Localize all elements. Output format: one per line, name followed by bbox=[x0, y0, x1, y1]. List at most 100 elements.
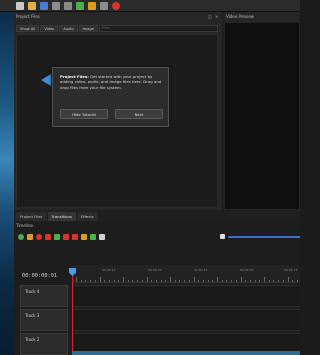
ruler-tick bbox=[90, 280, 92, 282]
playhead-line bbox=[72, 276, 73, 355]
ruler-tick bbox=[231, 280, 233, 282]
jump-start-icon[interactable] bbox=[81, 234, 87, 240]
filter-input[interactable]: Filter bbox=[98, 24, 218, 32]
ruler-tick bbox=[264, 277, 265, 282]
ruler-tick bbox=[240, 277, 242, 282]
app-root: Project Files ◫ ✕ Show All Video Audio I… bbox=[0, 0, 300, 355]
dock-tabs: Project Files Transitions Effects bbox=[14, 212, 300, 221]
video-preview-screen bbox=[225, 23, 299, 209]
next-button[interactable]: Next bbox=[115, 109, 163, 119]
ruler-tick bbox=[292, 280, 294, 282]
ruler-tick bbox=[193, 277, 195, 282]
track-label: Track 4 bbox=[25, 289, 40, 294]
ruler-tick bbox=[123, 277, 124, 282]
ruler-tick bbox=[217, 277, 218, 282]
redo-icon[interactable] bbox=[64, 1, 72, 10]
timeline-ruler[interactable]: 00:00:15 00:00:30 00:00:45 00:01:00 00:0… bbox=[72, 265, 300, 283]
ruler-tick bbox=[113, 280, 115, 282]
ruler-tick bbox=[268, 280, 270, 282]
undo-icon[interactable] bbox=[52, 1, 60, 10]
tutorial-text: Project Files: Get started with your pro… bbox=[60, 74, 164, 90]
filter-video-button[interactable]: Video bbox=[40, 24, 59, 32]
ruler-tick bbox=[254, 280, 256, 282]
video-preview-title: Video Preview bbox=[226, 14, 255, 19]
float-icon[interactable]: ◫ bbox=[208, 12, 212, 21]
track-lane[interactable] bbox=[72, 309, 300, 331]
fullscreen-icon[interactable] bbox=[100, 1, 108, 10]
ruler-tick bbox=[99, 277, 101, 282]
ruler-tick bbox=[259, 280, 261, 282]
new-project-icon[interactable] bbox=[16, 1, 24, 10]
ruler-tick bbox=[127, 280, 129, 282]
track-header[interactable]: Track 4 bbox=[20, 285, 68, 307]
ruler-label: 00:00:30 bbox=[148, 268, 162, 272]
track-lane[interactable] bbox=[72, 285, 300, 307]
choose-profile-icon[interactable] bbox=[88, 1, 96, 10]
center-timeline-icon[interactable] bbox=[72, 234, 78, 240]
ruler-tick bbox=[174, 280, 176, 282]
tutorial-popup: Project Files: Get started with your pro… bbox=[52, 67, 169, 127]
timeline-scrollbar[interactable] bbox=[72, 351, 300, 355]
ruler-label: 00:01:15 bbox=[284, 268, 298, 272]
zoom-slider[interactable] bbox=[228, 236, 300, 238]
ruler-tick bbox=[202, 280, 204, 282]
timeline-toolbar bbox=[18, 232, 300, 242]
import-files-icon[interactable] bbox=[76, 1, 84, 10]
ruler-tick bbox=[118, 280, 120, 282]
tab-project-files[interactable]: Project Files bbox=[16, 212, 47, 221]
ruler-tick bbox=[137, 280, 139, 282]
add-marker-icon[interactable] bbox=[45, 234, 51, 240]
ruler-tick bbox=[146, 277, 148, 282]
ruler-tick bbox=[212, 280, 214, 282]
track-label: Track 2 bbox=[25, 337, 40, 342]
ruler-tick bbox=[151, 280, 153, 282]
zoom-slider-container bbox=[108, 232, 300, 242]
ruler-tick bbox=[296, 280, 298, 282]
ruler-tick bbox=[245, 280, 247, 282]
track-label: Track 3 bbox=[25, 313, 40, 318]
hide-tutorial-button[interactable]: Hide Tutorial bbox=[60, 109, 108, 119]
previous-marker-icon[interactable] bbox=[54, 234, 60, 240]
ruler-tick bbox=[80, 280, 82, 282]
ruler-tick bbox=[287, 277, 289, 282]
razor-icon[interactable] bbox=[36, 234, 42, 240]
ruler-tick bbox=[160, 280, 162, 282]
tab-effects[interactable]: Effects bbox=[76, 212, 98, 221]
ruler-tick bbox=[249, 280, 251, 282]
filter-image-button[interactable]: Image bbox=[78, 24, 98, 32]
tab-transitions[interactable]: Transitions bbox=[47, 212, 76, 221]
ruler-tick bbox=[184, 280, 186, 282]
ruler-tick bbox=[207, 280, 209, 282]
ruler-tick bbox=[94, 280, 96, 282]
ruler-label: 00:00:15 bbox=[102, 268, 116, 272]
jump-end-icon[interactable] bbox=[90, 234, 96, 240]
save-project-icon[interactable] bbox=[40, 1, 48, 10]
timeline-dock: Timeline 00:00:00:01 00:00:15 00:00:30 0… bbox=[14, 222, 300, 355]
snapping-icon[interactable] bbox=[27, 234, 33, 240]
ruler-label: 00:01:00 bbox=[240, 268, 254, 272]
add-track-icon[interactable] bbox=[18, 234, 24, 240]
zoom-out-icon[interactable] bbox=[99, 234, 105, 240]
timecode-display: 00:00:00:01 bbox=[22, 273, 58, 279]
next-marker-icon[interactable] bbox=[63, 234, 69, 240]
ruler-tick bbox=[104, 280, 106, 282]
close-icon[interactable]: ✕ bbox=[215, 12, 218, 21]
ruler-tick bbox=[226, 280, 228, 282]
export-video-icon[interactable] bbox=[112, 1, 120, 10]
track-header[interactable]: Track 3 bbox=[20, 309, 68, 331]
track-row: Track 3 bbox=[20, 309, 300, 331]
track-header[interactable]: Track 2 bbox=[20, 333, 68, 355]
open-project-icon[interactable] bbox=[28, 1, 36, 10]
zoom-slider-handle[interactable] bbox=[220, 234, 225, 239]
track-row: Track 4 bbox=[20, 285, 300, 307]
project-files-filter-bar: Show All Video Audio Image Filter bbox=[16, 23, 218, 33]
ruler-tick bbox=[179, 280, 181, 282]
desktop-wallpaper bbox=[0, 0, 14, 355]
filter-audio-button[interactable]: Audio bbox=[59, 24, 78, 32]
project-files-title: Project Files bbox=[16, 14, 40, 19]
ruler-tick bbox=[278, 280, 280, 282]
tutorial-pointer-arrow bbox=[41, 74, 51, 86]
tutorial-heading: Project Files: bbox=[60, 74, 89, 79]
ruler-tick bbox=[235, 280, 237, 282]
filter-show-all-button[interactable]: Show All bbox=[16, 24, 40, 32]
